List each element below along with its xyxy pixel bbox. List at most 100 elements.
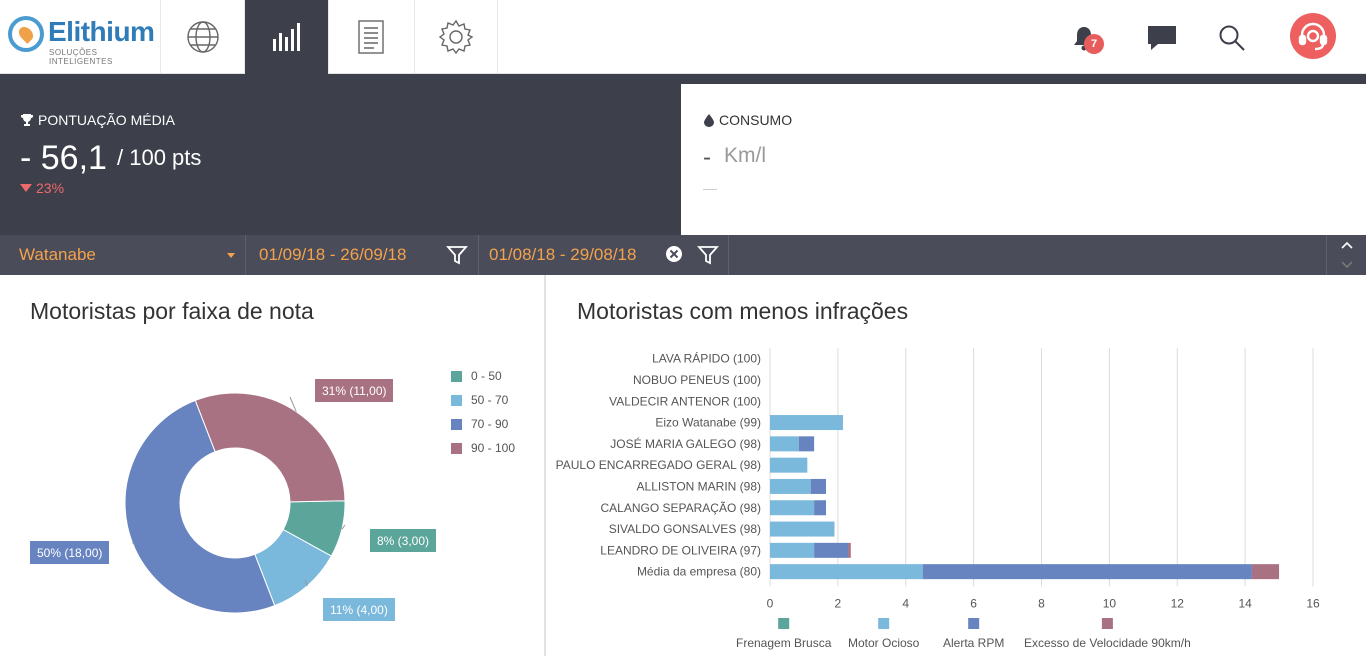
bar-segment[interactable] bbox=[770, 500, 815, 516]
chat-icon bbox=[1148, 26, 1176, 50]
x-tick-label: 16 bbox=[1306, 596, 1320, 610]
document-icon bbox=[357, 20, 384, 54]
consumption-unit: Km/l bbox=[724, 144, 766, 167]
y-category-label: JOSÉ MARIA GALEGO (98) bbox=[610, 436, 761, 451]
y-category-label: ALLISTON MARIN (98) bbox=[637, 479, 761, 493]
pie-legend-item[interactable]: 50 - 70 bbox=[451, 393, 508, 407]
legend-swatch bbox=[451, 394, 462, 406]
support-button[interactable] bbox=[1290, 13, 1336, 59]
notifications-badge: 7 bbox=[1084, 34, 1104, 54]
bar-legend-label[interactable]: Frenagem Brusca bbox=[736, 636, 832, 650]
score-title-label: PONTUAÇÃO MÉDIA bbox=[38, 112, 175, 128]
pie-slice-90-100[interactable] bbox=[194, 392, 346, 503]
panel-divider bbox=[544, 275, 546, 656]
consumption-panel: CONSUMO - Km/l — bbox=[681, 84, 1366, 235]
chevron-down-icon[interactable] bbox=[1327, 255, 1366, 275]
legend-label: 70 - 90 bbox=[471, 417, 509, 431]
period-filter-1[interactable]: 01/09/18 - 26/09/18 bbox=[246, 235, 479, 275]
bar-segment[interactable] bbox=[770, 457, 808, 473]
period-filter-2[interactable]: 01/08/18 - 29/08/18 bbox=[479, 235, 729, 275]
bar-segment[interactable] bbox=[810, 478, 826, 494]
bar-segment[interactable] bbox=[770, 542, 815, 558]
bar-chart-icon bbox=[272, 23, 300, 51]
y-category-label: LAVA RÁPIDO (100) bbox=[652, 351, 761, 366]
pie-legend-item[interactable]: 90 - 100 bbox=[451, 441, 515, 455]
bar-segment[interactable] bbox=[770, 521, 835, 537]
y-category-label: NOBUO PENEUS (100) bbox=[633, 373, 761, 387]
bar-segment[interactable] bbox=[770, 415, 843, 431]
bar-segment[interactable] bbox=[922, 564, 1252, 580]
score-value: - 56,1 bbox=[20, 139, 107, 177]
gear-icon bbox=[438, 19, 474, 55]
bar-legend-swatch[interactable] bbox=[1101, 618, 1113, 629]
y-category-label: CALANGO SEPARAÇÃO (98) bbox=[601, 501, 762, 515]
bar-legend-swatch[interactable] bbox=[878, 618, 890, 629]
legend-label: 0 - 50 bbox=[471, 369, 502, 383]
bar-segment[interactable] bbox=[848, 542, 851, 558]
trophy-icon bbox=[21, 114, 33, 126]
bar-segment[interactable] bbox=[814, 500, 826, 516]
bar-segment[interactable] bbox=[1251, 564, 1280, 580]
consumption-delta: — bbox=[703, 180, 717, 196]
tab-globe[interactable] bbox=[160, 0, 244, 74]
filter-scroll bbox=[1326, 235, 1366, 275]
pie-data-label: 8% (3,00) bbox=[370, 529, 437, 552]
consumption-value: - bbox=[703, 144, 711, 171]
x-tick-label: 4 bbox=[902, 596, 909, 610]
x-tick-label: 2 bbox=[835, 596, 842, 610]
filter-icon[interactable] bbox=[446, 244, 468, 266]
y-category-label: VALDECIR ANTENOR (100) bbox=[609, 394, 761, 408]
bar-legend-swatch[interactable] bbox=[968, 618, 980, 629]
score-title: PONTUAÇÃO MÉDIA bbox=[20, 112, 175, 128]
fuel-drop-icon bbox=[704, 114, 714, 127]
brand-name: Elithium bbox=[48, 16, 155, 47]
globe-icon bbox=[186, 21, 219, 53]
x-tick-label: 6 bbox=[970, 596, 977, 610]
bar-legend-label[interactable]: Motor Ocioso bbox=[848, 636, 920, 650]
bar-segment[interactable] bbox=[770, 436, 799, 452]
x-tick-label: 10 bbox=[1103, 596, 1117, 610]
bar-segment[interactable] bbox=[798, 436, 815, 452]
bar-segment[interactable] bbox=[770, 478, 811, 494]
y-category-label: LEANDRO DE OLIVEIRA (97) bbox=[600, 543, 761, 557]
period-1-value: 01/09/18 - 26/09/18 bbox=[259, 245, 407, 264]
chevron-up-icon[interactable] bbox=[1327, 235, 1366, 255]
score-max: / 100 pts bbox=[117, 145, 202, 170]
messages-button[interactable] bbox=[1144, 20, 1180, 56]
score-delta: 23% bbox=[20, 180, 64, 196]
consumption-title: CONSUMO bbox=[703, 112, 792, 128]
app-logo[interactable]: Elithium SOLUÇÕES INTELIGENTES bbox=[8, 14, 158, 66]
clear-icon[interactable] bbox=[665, 245, 683, 263]
x-tick-label: 12 bbox=[1171, 596, 1185, 610]
legend-swatch bbox=[451, 418, 462, 430]
pie-data-label: 11% (4,00) bbox=[323, 598, 395, 621]
consumption-title-label: CONSUMO bbox=[719, 112, 793, 128]
filter-icon[interactable] bbox=[697, 244, 719, 266]
bar-legend-swatch[interactable] bbox=[778, 618, 790, 629]
x-tick-label: 8 bbox=[1038, 596, 1045, 610]
bar-legend-label[interactable]: Excesso de Velocidade 90km/h bbox=[1024, 636, 1191, 650]
bar-segment[interactable] bbox=[770, 564, 923, 580]
logo-mark bbox=[8, 16, 44, 52]
legend-swatch bbox=[451, 370, 462, 382]
tab-settings[interactable] bbox=[414, 0, 498, 74]
pie-legend-item[interactable]: 70 - 90 bbox=[451, 417, 508, 431]
header-separator bbox=[0, 74, 1366, 84]
search-button[interactable] bbox=[1214, 20, 1250, 56]
tab-reports[interactable] bbox=[328, 0, 412, 74]
notifications-button[interactable]: 7 bbox=[1066, 20, 1104, 56]
score-delta-value: 23% bbox=[36, 180, 65, 196]
x-tick-label: 14 bbox=[1238, 596, 1252, 610]
y-category-label: SIVALDO GONSALVES (98) bbox=[609, 522, 761, 536]
bar-legend-label[interactable]: Alerta RPM bbox=[943, 636, 1004, 650]
period-2-value: 01/08/18 - 29/08/18 bbox=[489, 245, 637, 264]
pie-legend-item[interactable]: 0 - 50 bbox=[451, 369, 502, 383]
tab-dashboard[interactable] bbox=[244, 0, 328, 74]
bar-segment[interactable] bbox=[814, 542, 849, 558]
score-panel: PONTUAÇÃO MÉDIA - 56,1 / 100 pts 23% bbox=[0, 84, 681, 235]
y-category-label: PAULO ENCARREGADO GERAL (98) bbox=[556, 458, 761, 472]
bar-chart-title: Motoristas com menos infrações bbox=[577, 298, 909, 324]
driver-select[interactable]: Watanabe bbox=[0, 235, 246, 275]
legend-label: 50 - 70 bbox=[471, 393, 509, 407]
pie-chart bbox=[124, 392, 346, 614]
